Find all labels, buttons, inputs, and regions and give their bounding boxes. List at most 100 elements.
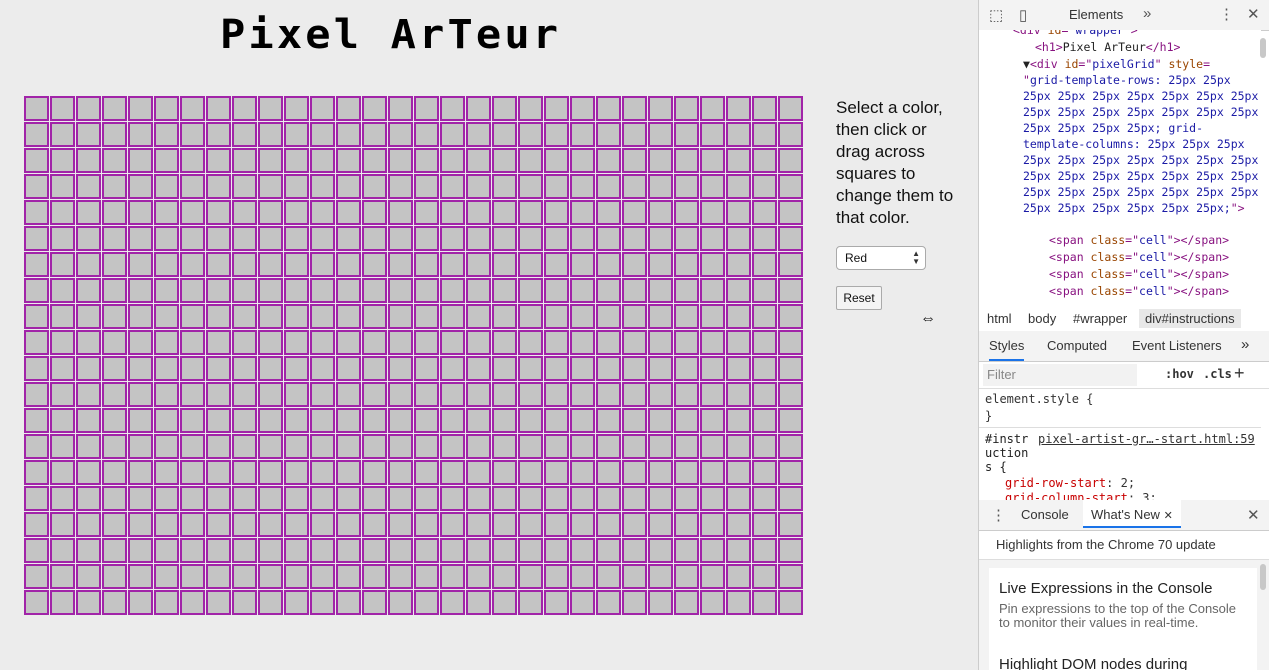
- grid-cell[interactable]: [492, 564, 517, 589]
- grid-cell[interactable]: [414, 408, 439, 433]
- grid-cell[interactable]: [518, 382, 543, 407]
- grid-cell[interactable]: [258, 148, 283, 173]
- grid-cell[interactable]: [752, 278, 777, 303]
- grid-cell[interactable]: [414, 122, 439, 147]
- grid-cell[interactable]: [284, 460, 309, 485]
- grid-cell[interactable]: [206, 382, 231, 407]
- grid-cell[interactable]: [518, 564, 543, 589]
- grid-cell[interactable]: [674, 96, 699, 121]
- grid-cell[interactable]: [76, 174, 101, 199]
- grid-cell[interactable]: [128, 200, 153, 225]
- grid-cell[interactable]: [596, 460, 621, 485]
- grid-cell[interactable]: [466, 252, 491, 277]
- grid-cell[interactable]: [674, 538, 699, 563]
- grid-cell[interactable]: [752, 330, 777, 355]
- grid-cell[interactable]: [596, 330, 621, 355]
- grid-cell[interactable]: [778, 304, 803, 329]
- grid-cell[interactable]: [310, 252, 335, 277]
- grid-cell[interactable]: [492, 356, 517, 381]
- grid-cell[interactable]: [648, 96, 673, 121]
- grid-cell[interactable]: [206, 590, 231, 615]
- grid-cell[interactable]: [388, 200, 413, 225]
- grid-cell[interactable]: [388, 96, 413, 121]
- grid-cell[interactable]: [362, 200, 387, 225]
- grid-cell[interactable]: [752, 252, 777, 277]
- grid-cell[interactable]: [128, 486, 153, 511]
- grid-cell[interactable]: [50, 148, 75, 173]
- grid-cell[interactable]: [570, 252, 595, 277]
- grid-cell[interactable]: [388, 564, 413, 589]
- grid-cell[interactable]: [50, 382, 75, 407]
- grid-cell[interactable]: [492, 408, 517, 433]
- grid-cell[interactable]: [466, 512, 491, 537]
- grid-cell[interactable]: [596, 408, 621, 433]
- grid-cell[interactable]: [466, 174, 491, 199]
- grid-cell[interactable]: [544, 460, 569, 485]
- grid-cell[interactable]: [180, 226, 205, 251]
- grid-cell[interactable]: [544, 382, 569, 407]
- grid-cell[interactable]: [674, 174, 699, 199]
- grid-cell[interactable]: [336, 408, 361, 433]
- grid-cell[interactable]: [726, 486, 751, 511]
- grid-cell[interactable]: [336, 590, 361, 615]
- grid-cell[interactable]: [154, 538, 179, 563]
- grid-cell[interactable]: [492, 590, 517, 615]
- grid-cell[interactable]: [258, 278, 283, 303]
- grid-cell[interactable]: [76, 512, 101, 537]
- grid-cell[interactable]: [466, 538, 491, 563]
- grid-cell[interactable]: [700, 590, 725, 615]
- grid-cell[interactable]: [258, 434, 283, 459]
- grid-cell[interactable]: [310, 122, 335, 147]
- grid-cell[interactable]: [284, 148, 309, 173]
- grid-cell[interactable]: [362, 486, 387, 511]
- grid-cell[interactable]: [154, 382, 179, 407]
- grid-cell[interactable]: [76, 304, 101, 329]
- grid-cell[interactable]: [752, 226, 777, 251]
- grid-cell[interactable]: [752, 96, 777, 121]
- grid-cell[interactable]: [492, 122, 517, 147]
- grid-cell[interactable]: [388, 330, 413, 355]
- grid-cell[interactable]: [388, 460, 413, 485]
- grid-cell[interactable]: [518, 278, 543, 303]
- grid-cell[interactable]: [492, 486, 517, 511]
- grid-cell[interactable]: [232, 174, 257, 199]
- grid-cell[interactable]: [648, 148, 673, 173]
- grid-cell[interactable]: [258, 356, 283, 381]
- grid-cell[interactable]: [128, 278, 153, 303]
- grid-cell[interactable]: [778, 174, 803, 199]
- grid-cell[interactable]: [362, 460, 387, 485]
- grid-cell[interactable]: [674, 122, 699, 147]
- grid-cell[interactable]: [310, 174, 335, 199]
- grid-cell[interactable]: [726, 148, 751, 173]
- grid-cell[interactable]: [570, 148, 595, 173]
- filter-input[interactable]: Filter: [983, 364, 1137, 386]
- grid-cell[interactable]: [232, 486, 257, 511]
- grid-cell[interactable]: [76, 564, 101, 589]
- grid-cell[interactable]: [206, 200, 231, 225]
- rule-source-link[interactable]: pixel-artist-gr…-start.html:59: [1038, 432, 1255, 446]
- grid-cell[interactable]: [778, 356, 803, 381]
- grid-cell[interactable]: [518, 226, 543, 251]
- grid-cell[interactable]: [440, 200, 465, 225]
- grid-cell[interactable]: [154, 174, 179, 199]
- grid-cell[interactable]: [570, 304, 595, 329]
- grid-cell[interactable]: [128, 174, 153, 199]
- grid-cell[interactable]: [622, 330, 647, 355]
- grid-cell[interactable]: [206, 512, 231, 537]
- grid-cell[interactable]: [206, 96, 231, 121]
- grid-cell[interactable]: [232, 330, 257, 355]
- breadcrumb-instructions[interactable]: div#instructions: [1139, 309, 1241, 328]
- grid-cell[interactable]: [518, 512, 543, 537]
- close-icon[interactable]: ✕: [1247, 5, 1260, 23]
- grid-cell[interactable]: [492, 434, 517, 459]
- grid-cell[interactable]: [622, 252, 647, 277]
- grid-cell[interactable]: [258, 590, 283, 615]
- grid-cell[interactable]: [388, 512, 413, 537]
- grid-cell[interactable]: [154, 434, 179, 459]
- tab-console[interactable]: Console: [1021, 507, 1069, 522]
- grid-cell[interactable]: [336, 382, 361, 407]
- grid-cell[interactable]: [752, 590, 777, 615]
- grid-cell[interactable]: [596, 252, 621, 277]
- grid-cell[interactable]: [622, 96, 647, 121]
- grid-cell[interactable]: [388, 486, 413, 511]
